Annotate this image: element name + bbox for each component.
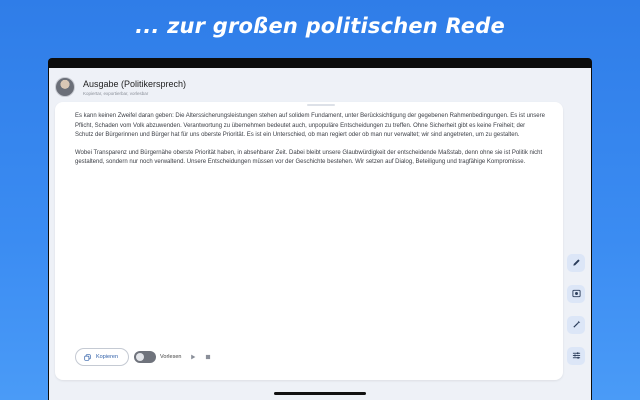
home-indicator [274, 392, 366, 395]
output-paragraph-2: Wobei Transparenz und Bürgernähe oberste… [75, 149, 543, 166]
output-controls: Kopieren Vorlesen [75, 348, 211, 366]
read-aloud-toggle[interactable] [134, 351, 157, 363]
read-aloud-label: Vorlesen [160, 354, 182, 360]
image-button[interactable] [567, 285, 585, 303]
toggle-knob [136, 353, 145, 361]
tune-icon [572, 347, 581, 365]
side-action-bar [567, 254, 585, 378]
header-text: Ausgabe (Politikersprech) Kopiertar, exp… [83, 79, 186, 96]
app-screen: Ausgabe (Politikersprech) Kopiertar, exp… [49, 68, 591, 400]
edit-button[interactable] [567, 254, 585, 272]
stop-icon[interactable] [205, 354, 211, 360]
copy-icon [84, 353, 91, 361]
pencil-icon [572, 254, 581, 272]
image-icon [571, 285, 581, 303]
avatar [55, 77, 75, 97]
page-title: Ausgabe (Politikersprech) [83, 78, 187, 89]
magic-button[interactable] [567, 316, 585, 334]
app-header: Ausgabe (Politikersprech) Kopiertar, exp… [55, 74, 585, 100]
drag-handle[interactable] [307, 104, 335, 106]
page-subtitle: Kopiertar, exportierbar, vorlesbar [83, 90, 149, 96]
output-card: Es kann keinen Zweifel daran geben: Die … [55, 102, 563, 380]
play-icon[interactable] [190, 354, 196, 360]
page-headline: ... zur großen politischen Rede [135, 14, 505, 38]
output-paragraph-1: Es kann keinen Zweifel daran geben: Die … [75, 113, 545, 139]
output-text: Es kann keinen Zweifel daran geben: Die … [75, 112, 545, 168]
settings-button[interactable] [567, 347, 585, 365]
magic-wand-icon [572, 316, 581, 334]
copy-button[interactable]: Kopieren [75, 348, 130, 366]
copy-button-label: Kopieren [96, 354, 119, 360]
